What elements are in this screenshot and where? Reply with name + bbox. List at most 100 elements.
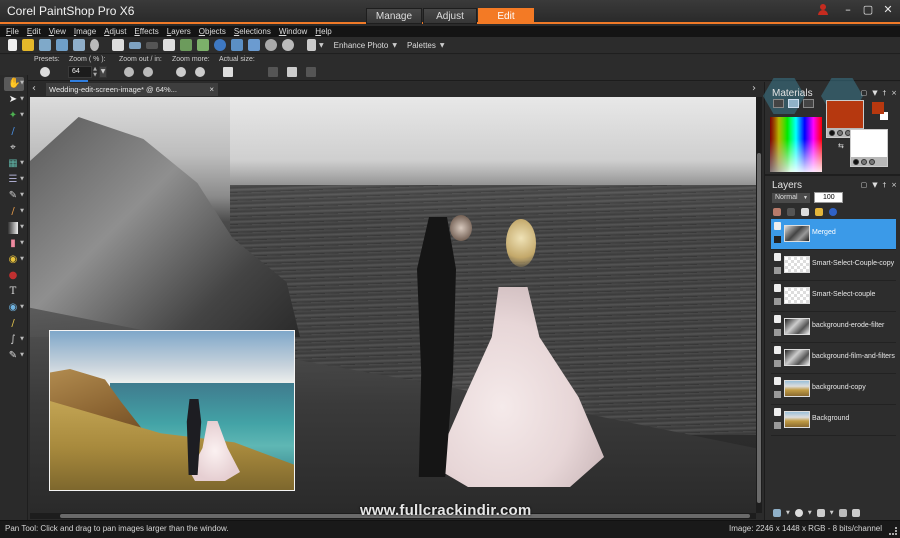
merge-icon[interactable] <box>838 509 847 517</box>
flag-icon[interactable] <box>306 67 316 77</box>
adjustment-layer-icon[interactable] <box>794 509 803 517</box>
layer-lock-box[interactable] <box>774 391 781 398</box>
close-icon[interactable]: × <box>891 89 897 97</box>
mask-dropdown[interactable]: ▼ <box>830 510 834 516</box>
tab-edit[interactable]: Edit <box>478 8 534 24</box>
canvas-vertical-scrollbar[interactable] <box>756 97 762 513</box>
arrange-icon[interactable] <box>307 39 316 51</box>
menu-image[interactable]: Image <box>74 27 96 36</box>
edit-selection-icon[interactable] <box>773 208 781 216</box>
crop-tool[interactable]: ⌖ <box>4 141 24 155</box>
warp-tool[interactable]: ∫ ▼ <box>4 333 24 347</box>
zoom-dropdown[interactable]: ▼ <box>99 66 107 78</box>
enhance-photo-dropdown[interactable]: ▼ <box>392 42 397 49</box>
pin-icon[interactable]: † <box>883 89 887 97</box>
panel-menu-icon[interactable]: ▢ <box>861 89 868 97</box>
save-icon[interactable] <box>56 39 68 51</box>
menu-edit[interactable]: Edit <box>27 27 41 36</box>
layer-row[interactable]: background-erode-filter <box>771 312 896 343</box>
maximize-icon[interactable]: ▢ <box>862 4 874 16</box>
layer-lock-box[interactable] <box>774 329 781 336</box>
adjustment-dropdown[interactable]: ▼ <box>808 510 812 516</box>
paint-brush-tool[interactable]: / ▼ <box>4 205 24 219</box>
eraser-tool[interactable]: ▮ ▼ <box>4 237 24 251</box>
zoom-spinner[interactable]: ▲ ▼ <box>92 66 98 78</box>
move-icon[interactable] <box>268 67 278 77</box>
menu-view[interactable]: View <box>49 27 66 36</box>
panel-menu-icon[interactable]: ▢ <box>861 181 868 189</box>
color-mode-icon[interactable] <box>829 129 835 136</box>
pin-icon[interactable]: † <box>883 181 887 189</box>
vertical-scroll-thumb[interactable] <box>757 153 761 503</box>
close-icon[interactable]: × <box>891 181 897 189</box>
layer-visibility-icon[interactable] <box>774 253 781 261</box>
palettes-dropdown[interactable]: ▼ <box>440 42 445 49</box>
tab-manage[interactable]: Manage <box>366 8 422 24</box>
arrange-dropdown[interactable]: ▼ <box>319 42 324 49</box>
straighten-tool[interactable]: ▦ ▼ <box>4 157 24 171</box>
undo-icon[interactable] <box>129 41 141 49</box>
layer-row[interactable]: Background <box>771 405 896 436</box>
swatches-tab[interactable] <box>803 99 814 108</box>
resize-grip[interactable] <box>889 527 897 535</box>
save-as-icon[interactable] <box>73 39 85 51</box>
mask-icon[interactable] <box>787 208 795 216</box>
zoom-percent-input[interactable]: 64 <box>68 66 92 78</box>
layer-visibility-icon[interactable] <box>774 377 781 385</box>
print-icon[interactable] <box>112 39 124 51</box>
blend-mode-select[interactable]: Normal ▼ <box>772 193 810 203</box>
layer-row[interactable]: background-copy <box>771 374 896 405</box>
color-spectrum[interactable] <box>770 117 822 172</box>
zoom-out-icon[interactable] <box>124 67 134 77</box>
new-layer-dropdown[interactable]: ▼ <box>786 510 790 516</box>
open-file-icon[interactable] <box>22 39 34 51</box>
layer-visibility-icon[interactable] <box>774 346 781 354</box>
minimize-icon[interactable]: – <box>842 4 854 16</box>
layer-lock-box[interactable] <box>774 298 781 305</box>
makeover-tool[interactable]: ✎ ▼ <box>4 189 24 203</box>
resize-icon[interactable] <box>163 39 175 51</box>
mask-icon[interactable] <box>816 509 825 517</box>
menu-file[interactable]: File <box>6 27 19 36</box>
user-icon[interactable] <box>818 4 828 16</box>
background-swatch[interactable] <box>850 129 888 167</box>
layer-lock-box[interactable] <box>774 267 781 274</box>
gradient-mode-icon[interactable] <box>861 158 867 165</box>
layer-row[interactable]: Smart-Select-couple <box>771 281 896 312</box>
close-icon[interactable]: ✕ <box>882 4 894 16</box>
pen-tool[interactable]: / <box>4 317 24 331</box>
shape-tool[interactable]: ◉ ▼ <box>4 301 24 315</box>
dropper-tool[interactable]: / <box>4 125 24 139</box>
layer-row[interactable]: Merged <box>771 219 896 250</box>
gradient-tool[interactable]: ▼ <box>4 221 24 235</box>
panel-dropdown-icon[interactable]: ▼ <box>872 181 877 189</box>
mini-foreground-swatch[interactable] <box>872 102 884 114</box>
link-icon[interactable] <box>801 208 809 216</box>
scan-icon[interactable] <box>39 39 51 51</box>
layer-lock-box[interactable] <box>774 360 781 367</box>
lock-icon[interactable] <box>815 208 823 216</box>
panel-expand-icon[interactable]: › <box>752 83 756 94</box>
history-forward-icon[interactable] <box>197 39 209 51</box>
info-icon[interactable] <box>214 39 226 51</box>
close-document-icon[interactable]: × <box>209 83 214 96</box>
color-mode-icon[interactable] <box>853 158 859 165</box>
tabs-scroll-left-icon[interactable]: ‹ <box>32 83 36 94</box>
paint-bucket-tool[interactable]: ● <box>4 269 24 283</box>
layer-visibility-icon[interactable] <box>774 222 781 230</box>
presets-icon[interactable] <box>40 67 50 77</box>
opacity-input[interactable]: 100 <box>814 192 843 203</box>
swap-colors-icon[interactable]: ⇆ <box>838 142 844 150</box>
layer-visibility-icon[interactable] <box>774 284 781 292</box>
zoom-more-in-icon[interactable] <box>195 67 205 77</box>
document-tab[interactable]: Wedding-edit-screen-image* @ 64%... × <box>46 83 218 96</box>
selection-tool[interactable]: ✦ ▼ <box>4 109 24 123</box>
menu-selections[interactable]: Selections <box>234 27 271 36</box>
pan-tool[interactable]: ✋ ▼ <box>4 77 24 91</box>
menu-adjust[interactable]: Adjust <box>104 27 126 36</box>
pick-tool[interactable]: ➤ ▼ <box>4 93 24 107</box>
flood-fill-tool[interactable]: ◉ ▼ <box>4 253 24 267</box>
redo-icon[interactable] <box>146 41 158 49</box>
history-back-icon[interactable] <box>180 39 192 51</box>
delete-layer-icon[interactable] <box>851 509 860 517</box>
